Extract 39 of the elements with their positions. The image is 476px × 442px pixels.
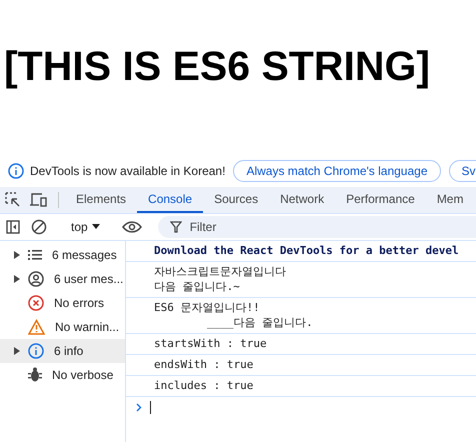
sidebar-item[interactable]: 6 messages: [0, 243, 125, 267]
console-message: endsWith : true: [126, 355, 476, 376]
caret-icon[interactable]: [92, 224, 100, 230]
warning-icon: [28, 319, 45, 335]
error-icon: [28, 295, 44, 311]
prompt-chevron-icon: [136, 403, 142, 412]
device-icon[interactable]: [30, 192, 48, 208]
page-heading: [THIS IS ES6 STRING]: [4, 42, 431, 91]
panel-tab[interactable]: Performance: [335, 187, 426, 213]
banner-button[interactable]: Sv: [448, 160, 476, 182]
filter-field[interactable]: Filter: [158, 216, 476, 238]
expand-arrow-icon[interactable]: [14, 275, 20, 283]
panel-tab[interactable]: Mem: [426, 187, 474, 213]
sidebar-item[interactable]: No errors: [0, 291, 125, 315]
panel-tab[interactable]: Network: [269, 187, 336, 213]
user-icon: [28, 271, 44, 287]
console-message: ES6 문자열입니다!! ____다음 줄입니다.: [126, 298, 476, 334]
console-message: startsWith : true: [126, 334, 476, 355]
banner-button[interactable]: Always match Chrome's language: [233, 160, 440, 182]
info-icon: [28, 343, 44, 359]
bug-icon: [28, 367, 42, 383]
panel-tab[interactable]: Sources: [203, 187, 270, 213]
console-message: 자바스크립트문자열입니다 다음 줄입니다.~: [126, 262, 476, 298]
info-icon: [8, 163, 24, 179]
console-message: includes : true: [126, 376, 476, 397]
sidebar-item[interactable]: No verbose: [0, 363, 125, 387]
panel-tab[interactable]: Elements: [65, 187, 138, 213]
list-icon: [28, 249, 42, 261]
text-cursor: [150, 401, 151, 414]
context-dropdown[interactable]: top: [65, 220, 106, 234]
panel-tab[interactable]: Console: [137, 187, 204, 213]
banner-text: DevTools is now available in Korean!: [30, 164, 226, 178]
inspect-icon[interactable]: [5, 192, 21, 208]
console-message: Download the React DevTools for a better devel: [126, 241, 476, 262]
sidebar-item[interactable]: 6 info: [0, 339, 125, 363]
sidebar-item[interactable]: 6 user mes...: [0, 267, 125, 291]
sidebar-item[interactable]: No warnin...: [0, 315, 125, 339]
expand-arrow-icon[interactable]: [14, 347, 20, 355]
expand-arrow-icon[interactable]: [14, 251, 20, 259]
